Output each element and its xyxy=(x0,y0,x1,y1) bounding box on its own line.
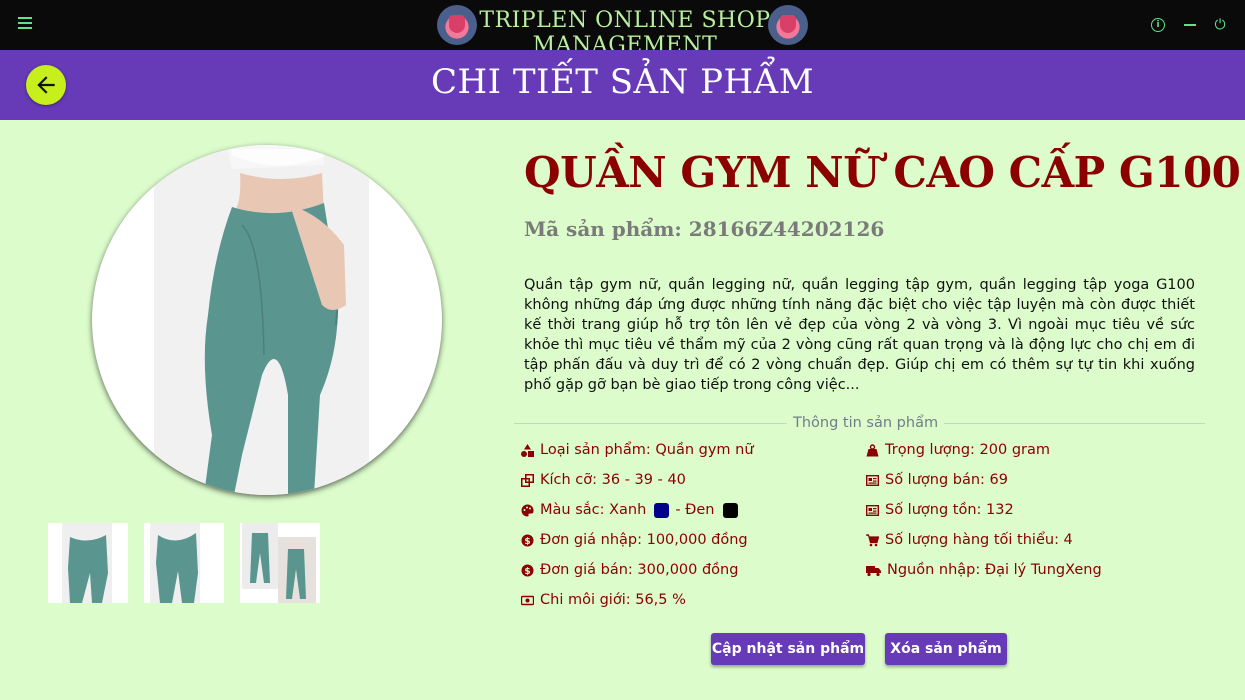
thumbnail-image xyxy=(62,523,112,603)
import-price-text: Đơn giá nhập: 100,000 đồng xyxy=(540,532,748,548)
section-label: Thông tin sản phẩm xyxy=(787,415,945,431)
info-colors: Màu sắc: Xanh - Đen xyxy=(521,500,744,520)
thumbnail-2[interactable] xyxy=(144,523,224,603)
info-min-stock: Số lượng hàng tối thiểu: 4 xyxy=(866,530,1073,550)
delete-product-button[interactable]: Xóa sản phẩm xyxy=(885,633,1007,665)
shapes-icon xyxy=(521,443,534,457)
commission-text: Chi môi giới: 56,5 % xyxy=(540,592,686,608)
product-main-image[interactable] xyxy=(92,145,442,495)
info-source: Nguồn nhập: Đại lý TungXeng xyxy=(866,560,1102,580)
thumbnail-3[interactable] xyxy=(240,523,320,603)
stock-text: Số lượng tồn: 132 xyxy=(885,502,1014,518)
dollar-coin-icon: $ xyxy=(521,564,534,577)
weight-text: Trọng lượng: 200 gram xyxy=(885,442,1051,458)
weight-icon xyxy=(866,443,879,457)
dollar-coin-icon: $ xyxy=(521,534,534,547)
page-title: CHI TIẾT SẢN PHẨM xyxy=(430,62,815,102)
sold-text: Số lượng bán: 69 xyxy=(885,472,1009,488)
colors-separator: - Đen xyxy=(675,502,715,518)
newspaper-icon xyxy=(866,474,879,487)
cart-icon xyxy=(866,533,879,547)
svg-text:$: $ xyxy=(524,567,530,577)
info-weight: Trọng lượng: 200 gram xyxy=(866,440,1050,460)
shop-logo-right xyxy=(768,5,808,45)
info-sizes: Kích cỡ: 36 - 39 - 40 xyxy=(521,470,686,490)
sale-price-text: Đơn giá bán: 300,000 đồng xyxy=(540,562,739,578)
resize-icon xyxy=(521,473,534,487)
menu-icon[interactable] xyxy=(18,17,32,31)
newspaper-icon xyxy=(866,504,879,517)
info-sold: Số lượng bán: 69 xyxy=(866,470,1008,490)
power-icon[interactable]: ⏻ xyxy=(1211,16,1229,34)
sizes-text: Kích cỡ: 36 - 39 - 40 xyxy=(540,472,686,488)
thumbnail-image xyxy=(242,523,316,603)
palette-icon xyxy=(521,503,534,517)
title-bar: TRIPLEN ONLINE SHOP MANAGEMENT i ⏻ xyxy=(0,0,1245,58)
source-text: Nguồn nhập: Đại lý TungXeng xyxy=(887,562,1102,578)
color-swatch-blue xyxy=(654,502,670,518)
product-code: Mã sản phẩm: 28166Z44202126 xyxy=(524,217,885,241)
info-import-price: $ Đơn giá nhập: 100,000 đồng xyxy=(521,530,748,550)
category-text: Loại sản phẩm: Quần gym nữ xyxy=(540,442,754,458)
product-description: Quần tập gym nữ, quần legging nữ, quần l… xyxy=(524,277,1195,393)
minimize-icon[interactable] xyxy=(1181,16,1199,34)
product-name: QUẦN GYM NỮ CAO CẤP G100 xyxy=(524,148,1241,197)
truck-icon xyxy=(866,564,881,577)
info-sale-price: $ Đơn giá bán: 300,000 đồng xyxy=(521,560,738,580)
info-category: Loại sản phẩm: Quần gym nữ xyxy=(521,440,754,460)
color-swatch-black xyxy=(722,502,738,518)
money-bill-icon xyxy=(521,594,534,607)
update-product-button[interactable]: Cập nhật sản phẩm xyxy=(711,633,865,665)
info-icon[interactable]: i xyxy=(1151,18,1165,32)
thumbnail-1[interactable] xyxy=(48,523,128,603)
info-stock: Số lượng tồn: 132 xyxy=(866,500,1014,520)
page-header: CHI TIẾT SẢN PHẨM xyxy=(0,50,1245,120)
svg-text:$: $ xyxy=(524,537,530,547)
info-commission: Chi môi giới: 56,5 % xyxy=(521,590,686,610)
thumbnail-image xyxy=(150,523,200,603)
colors-text: Màu sắc: Xanh xyxy=(540,502,647,518)
min-stock-text: Số lượng hàng tối thiểu: 4 xyxy=(885,532,1073,548)
leggings-photo xyxy=(154,145,369,495)
